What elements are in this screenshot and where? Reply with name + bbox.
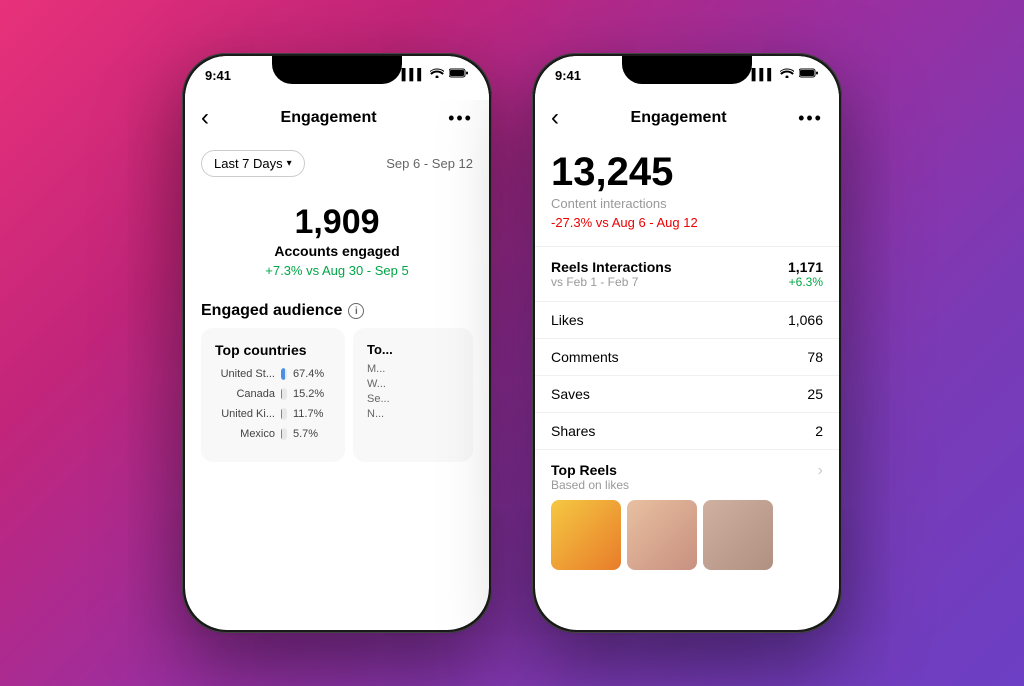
reels-change: +6.3% xyxy=(788,275,823,289)
bar-container-0 xyxy=(281,368,287,380)
top-reels-title: Top Reels xyxy=(551,462,629,478)
second-card-title: To... xyxy=(367,342,459,357)
main-stat-block: 1,909 Accounts engaged +7.3% vs Aug 30 -… xyxy=(185,185,489,286)
second-card-item-1: W... xyxy=(367,378,459,390)
battery-icon-1 xyxy=(449,68,469,81)
top-countries-card: Top countries United St... 67.4% Canada xyxy=(201,328,345,462)
second-card-item-0: M... xyxy=(367,363,459,375)
reel-thumbnail-1[interactable] xyxy=(551,500,621,570)
second-card-item-3: N... xyxy=(367,408,459,420)
battery-icon-2 xyxy=(799,68,819,81)
saves-label: Saves xyxy=(551,386,590,402)
country-row-2: United Ki... 11.7% xyxy=(215,408,331,420)
engaged-audience-title: Engaged audience i xyxy=(185,286,489,328)
bar-fill-0 xyxy=(281,368,285,380)
cards-row: Top countries United St... 67.4% Canada xyxy=(185,328,489,462)
country-label-0: United St... xyxy=(215,368,275,380)
info-icon[interactable]: i xyxy=(348,303,364,319)
period-label: Last 7 Days xyxy=(214,156,283,171)
reels-subtitle: vs Feb 1 - Feb 7 xyxy=(551,275,672,289)
bar-container-3 xyxy=(281,428,287,440)
bar-fill-1 xyxy=(281,388,282,400)
accounts-engaged-number: 1,909 xyxy=(201,205,473,239)
metric-row-saves: Saves 25 xyxy=(535,376,839,413)
dropdown-arrow: ▾ xyxy=(287,158,292,169)
phone-2: 9:41 ▌▌▌ ‹ Engagement ••• xyxy=(532,53,842,633)
nav-title-2: Engagement xyxy=(631,109,727,127)
top-reels-header: Top Reels Based on likes › xyxy=(551,462,823,492)
top-countries-title: Top countries xyxy=(215,342,331,358)
country-row-3: Mexico 5.7% xyxy=(215,428,331,440)
signal-icon-2: ▌▌▌ xyxy=(752,69,775,81)
country-label-3: Mexico xyxy=(215,428,275,440)
saves-value: 25 xyxy=(807,386,823,402)
status-time-1: 9:41 xyxy=(205,68,231,83)
filter-bar: Last 7 Days ▾ Sep 6 - Sep 12 xyxy=(185,142,489,185)
period-filter[interactable]: Last 7 Days ▾ xyxy=(201,150,305,177)
screen-content-2: 13,245 Content interactions -27.3% vs Au… xyxy=(535,142,839,628)
bar-pct-1: 15.2% xyxy=(293,388,331,400)
status-time-2: 9:41 xyxy=(555,68,581,83)
second-card-item-2: Se... xyxy=(367,393,459,405)
bar-pct-2: 11.7% xyxy=(293,408,331,420)
reel-thumbnail-2[interactable] xyxy=(627,500,697,570)
wifi-icon-1 xyxy=(430,68,444,81)
notch-1 xyxy=(272,56,402,84)
shares-label: Shares xyxy=(551,423,595,439)
metric-row-comments: Comments 78 xyxy=(535,339,839,376)
date-range: Sep 6 - Sep 12 xyxy=(386,156,473,171)
notch-2 xyxy=(622,56,752,84)
top-reels-sublabel: Based on likes xyxy=(551,478,629,492)
top-reels-chevron[interactable]: › xyxy=(818,462,823,480)
more-button-2[interactable]: ••• xyxy=(798,108,823,129)
main-stat-block-2: 13,245 Content interactions -27.3% vs Au… xyxy=(535,142,839,247)
bar-fill-2 xyxy=(281,408,282,420)
content-interactions-number: 13,245 xyxy=(551,152,823,192)
accounts-engaged-label: Accounts engaged xyxy=(201,243,473,259)
phone-1: 9:41 ▌▌▌ ‹ Engagement ••• xyxy=(182,53,492,633)
top-reels-section: Top Reels Based on likes › xyxy=(535,450,839,578)
second-card: To... M... W... Se... N... xyxy=(353,328,473,462)
status-icons-1: ▌▌▌ xyxy=(402,68,469,81)
country-label-2: United Ki... xyxy=(215,408,275,420)
shares-value: 2 xyxy=(815,423,823,439)
screen-content-1: Last 7 Days ▾ Sep 6 - Sep 12 1,909 Accou… xyxy=(185,142,489,628)
likes-label: Likes xyxy=(551,312,584,328)
reels-value: 1,171 xyxy=(788,259,823,275)
nav-title-1: Engagement xyxy=(281,109,377,127)
reels-header: Reels Interactions vs Feb 1 - Feb 7 1,17… xyxy=(551,259,823,289)
comments-value: 78 xyxy=(807,349,823,365)
back-button-1[interactable]: ‹ xyxy=(201,104,209,132)
content-interactions-label: Content interactions xyxy=(551,196,823,211)
bar-container-1 xyxy=(281,388,287,400)
back-button-2[interactable]: ‹ xyxy=(551,104,559,132)
accounts-engaged-change: +7.3% vs Aug 30 - Sep 5 xyxy=(201,263,473,278)
reels-interactions-section: Reels Interactions vs Feb 1 - Feb 7 1,17… xyxy=(535,247,839,302)
metric-row-shares: Shares 2 xyxy=(535,413,839,450)
bar-pct-0: 67.4% xyxy=(293,368,331,380)
thumbnails-row xyxy=(551,500,823,570)
status-icons-2: ▌▌▌ xyxy=(752,68,819,81)
top-reels-title-group: Top Reels Based on likes xyxy=(551,462,629,492)
comments-label: Comments xyxy=(551,349,619,365)
reels-value-group: 1,171 +6.3% xyxy=(788,259,823,289)
reels-title-group: Reels Interactions vs Feb 1 - Feb 7 xyxy=(551,259,672,289)
wifi-icon-2 xyxy=(780,68,794,81)
country-label-1: Canada xyxy=(215,388,275,400)
country-row-1: Canada 15.2% xyxy=(215,388,331,400)
reel-thumbnail-3[interactable] xyxy=(703,500,773,570)
content-interactions-change: -27.3% vs Aug 6 - Aug 12 xyxy=(551,215,823,230)
bar-pct-3: 5.7% xyxy=(293,428,331,440)
more-button-1[interactable]: ••• xyxy=(448,108,473,129)
metric-row-likes: Likes 1,066 xyxy=(535,302,839,339)
country-row-0: United St... 67.4% xyxy=(215,368,331,380)
likes-value: 1,066 xyxy=(788,312,823,328)
bar-container-2 xyxy=(281,408,287,420)
signal-icon-1: ▌▌▌ xyxy=(402,69,425,81)
reels-title: Reels Interactions xyxy=(551,259,672,275)
